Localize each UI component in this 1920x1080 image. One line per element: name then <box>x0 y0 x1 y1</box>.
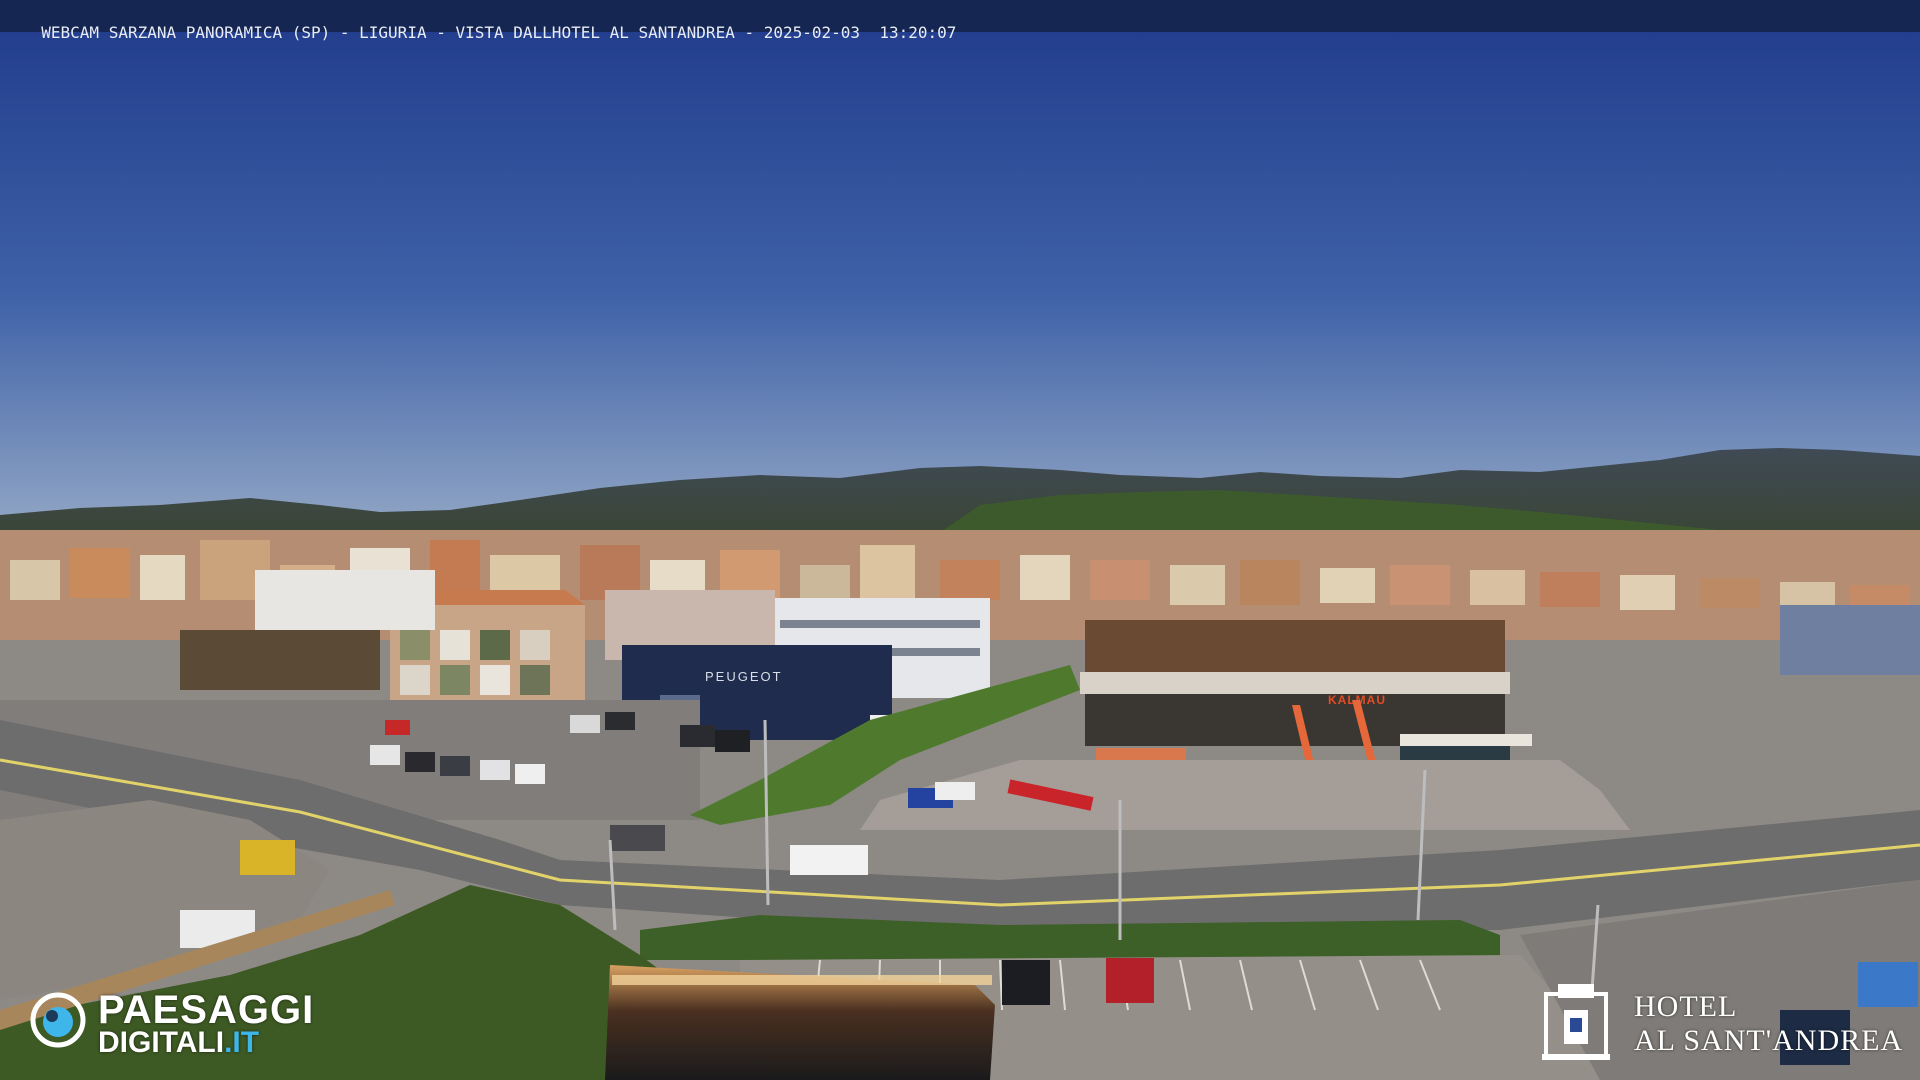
car-parked-red <box>1106 958 1154 1003</box>
pizzeria-building <box>180 630 380 690</box>
hotel-logo: HOTEL AL SANT'ANDREA <box>1540 978 1910 1068</box>
car-white <box>935 782 975 800</box>
car-parked-dark <box>1002 960 1050 1005</box>
hotel-line2: AL SANT'ANDREA <box>1634 1024 1904 1057</box>
logo-left-main: DIGITALI <box>98 1026 225 1059</box>
excavator <box>240 840 295 875</box>
paesaggi-digitali-logo: PAESAGGI DIGITALI.IT <box>30 988 340 1060</box>
bus <box>605 965 995 1080</box>
industrial-building-right <box>1780 605 1920 675</box>
timestamp-overlay: WEBCAM SARZANA PANORAMICA (SP) - LIGURIA… <box>0 0 1920 42</box>
sky <box>0 0 1920 540</box>
logo-left-tld: .IT <box>224 1026 260 1059</box>
webcam-scene: PEUGEOT <box>0 0 1920 1080</box>
white-building-left <box>255 570 435 630</box>
car-on-road <box>790 845 868 875</box>
logo-left-line2: DIGITALI.IT <box>98 1026 259 1060</box>
eye-icon <box>30 992 86 1048</box>
hotel-line1: HOTEL <box>1634 990 1738 1023</box>
suv-on-road <box>610 825 665 851</box>
dealer-sign: PEUGEOT <box>705 669 783 684</box>
webcam-title: WEBCAM SARZANA PANORAMICA (SP) - LIGURIA… <box>41 23 957 42</box>
hotel-crest-icon <box>1542 984 1610 1060</box>
